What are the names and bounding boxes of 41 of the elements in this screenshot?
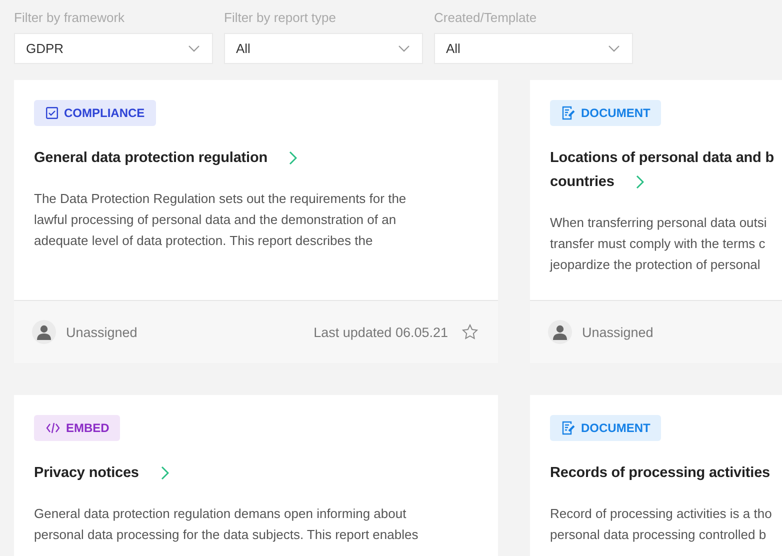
filter-select[interactable]: All (434, 33, 633, 64)
chevron-down-icon (608, 44, 620, 52)
card-title: countries (550, 174, 614, 190)
card-description: adequate level of data protection. This report describes the (34, 232, 374, 250)
type-tag: EMBED (34, 415, 120, 441)
filter-select[interactable]: GDPR (14, 33, 213, 64)
checkbox-icon (46, 107, 58, 119)
card-title: General data protection regulation (34, 150, 268, 166)
assignee-text: Unassigned (582, 324, 654, 340)
card-description: personal data processing controlled b (550, 526, 768, 544)
card-description: transfer must comply with the terms c (550, 235, 766, 253)
card-title: Locations of personal data and b (550, 150, 774, 166)
card-description: personal data processing for the data subjects. This report enables (34, 526, 418, 544)
document-edit-icon (562, 106, 575, 120)
filter-label: Filter by framework (14, 9, 126, 27)
type-tag: COMPLIANCE (34, 100, 156, 126)
person-icon (37, 324, 51, 340)
last-updated-text: Last updated 06.05.21 (314, 324, 448, 340)
chevron-down-icon (188, 44, 200, 52)
filter-label: Filter by report type (224, 9, 337, 27)
filter-label: Created/Template (434, 9, 538, 27)
filter-select[interactable]: All (224, 33, 423, 64)
card-description: When transferring personal data outsi (550, 214, 767, 232)
chevron-right-icon[interactable] (160, 466, 169, 480)
card-description: jeopardize the protection of personal (550, 256, 762, 274)
chevron-right-icon[interactable] (289, 151, 298, 165)
card-title: Records of processing activities (550, 465, 770, 481)
type-tag: DOCUMENT (550, 415, 662, 441)
card-description: The Data Protection Regulation sets out the requirements for the (34, 190, 406, 208)
star-icon[interactable] (462, 324, 478, 340)
card-description: General data protection regulation demans open informing about (34, 505, 408, 523)
code-icon (46, 422, 60, 434)
card-description: Record of processing activities is a tho (550, 505, 772, 523)
card-description: lawful processing of personal data and the demonstration of an (34, 211, 398, 229)
document-edit-icon (562, 421, 575, 435)
person-icon (553, 324, 567, 340)
chevron-right-icon[interactable] (636, 175, 644, 189)
assignee-text: Unassigned (66, 324, 138, 340)
card-title: Privacy notices (34, 465, 139, 481)
chevron-down-icon (398, 44, 410, 52)
type-tag: DOCUMENT (550, 100, 662, 126)
